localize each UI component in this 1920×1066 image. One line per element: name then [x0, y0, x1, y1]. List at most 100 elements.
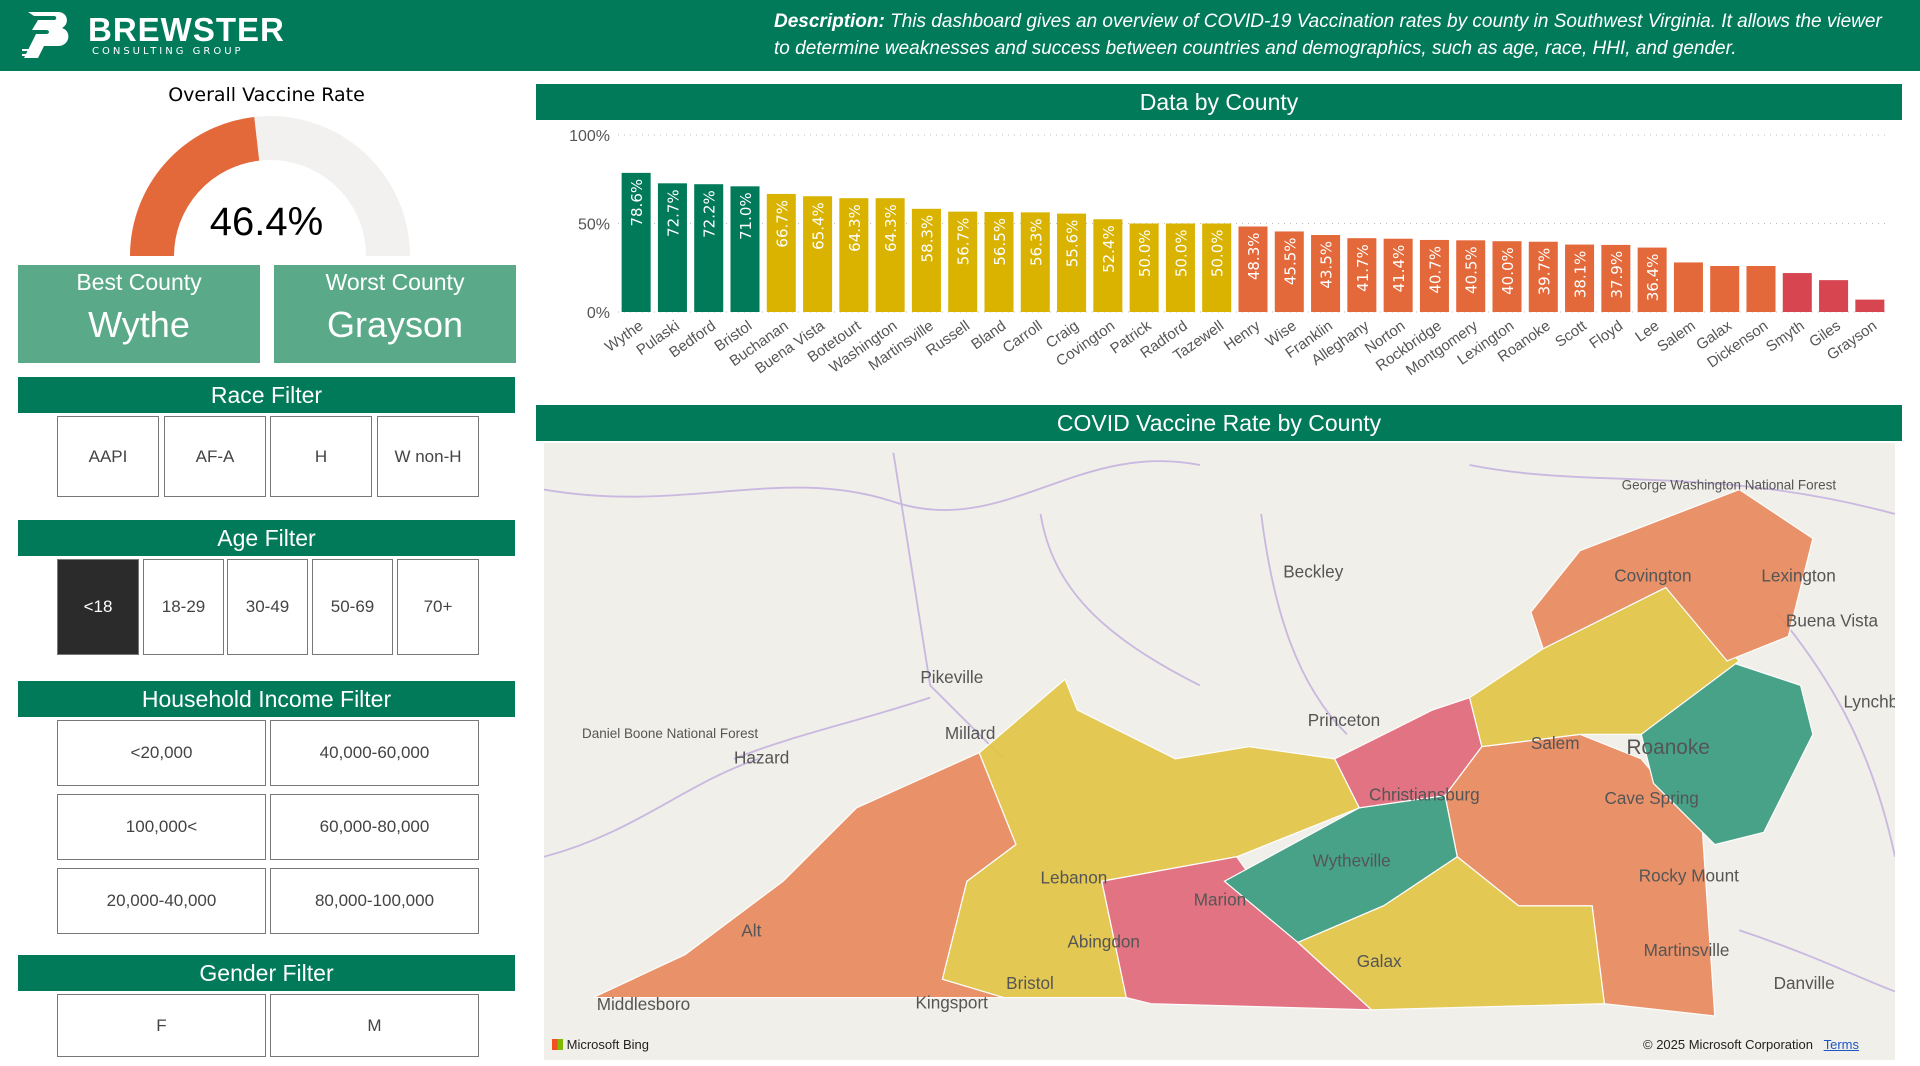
x-tick-label: Scott: [1552, 317, 1590, 351]
bar[interactable]: [1710, 265, 1740, 312]
map-place-label: Alt: [741, 920, 761, 940]
map-place-label: Cave Spring: [1604, 788, 1698, 808]
data-label: 65.4%: [810, 202, 828, 250]
income-option-under-20k[interactable]: <20,000: [57, 720, 266, 786]
age-option-30-49[interactable]: 30-49: [227, 559, 308, 655]
x-tick-label: Smyth: [1763, 317, 1808, 355]
data-label: 38.1%: [1572, 251, 1590, 299]
map-place-label: Kingsport: [915, 993, 988, 1013]
age-option-under-18[interactable]: <18: [57, 559, 139, 655]
bar[interactable]: [1673, 262, 1703, 312]
map-title: COVID Vaccine Rate by County: [536, 405, 1902, 441]
x-tick-label: Salem: [1654, 317, 1699, 355]
data-label: 56.5%: [991, 218, 1009, 266]
data-label: 64.3%: [846, 204, 864, 252]
county-bar-chart: 0%50%100%78.6%Wythe72.7%Pulaski72.2%Bedf…: [569, 128, 1888, 379]
data-label: 72.2%: [701, 190, 719, 238]
chart-title: Data by County: [536, 84, 1902, 120]
gender-option-m[interactable]: M: [270, 994, 479, 1057]
brewster-logo-icon: [22, 12, 69, 58]
gender-option-f[interactable]: F: [57, 994, 266, 1057]
map-place-label: Roanoke: [1627, 736, 1710, 759]
bar[interactable]: [1782, 273, 1812, 312]
description-label: Description:: [774, 11, 885, 32]
data-label: 40.7%: [1426, 246, 1444, 294]
data-label: 41.4%: [1390, 245, 1408, 293]
description: Description: This dashboard gives an ove…: [774, 8, 1894, 62]
map-place-label: Lebanon: [1041, 868, 1108, 888]
data-label: 50.0%: [1172, 230, 1190, 278]
y-tick-label: 100%: [569, 128, 610, 145]
map-place-label: Christiansburg: [1369, 784, 1480, 804]
data-label: 40.0%: [1499, 247, 1517, 295]
map-place-label: Middlesboro: [597, 994, 690, 1014]
county-map[interactable]: Beckley Pikeville Millard Hazard Princeton Co…: [544, 443, 1895, 1060]
data-label: 52.4%: [1100, 225, 1118, 273]
gauge-value: 46.4%: [209, 200, 324, 244]
data-label: 48.3%: [1245, 233, 1263, 281]
brand-name: BREWSTER: [88, 10, 285, 48]
data-label: 72.7%: [664, 189, 682, 237]
income-option-100k-plus[interactable]: 100,000<: [57, 794, 266, 860]
map-place-label: Hazard: [734, 748, 789, 768]
best-county-label: Best County: [76, 269, 202, 295]
y-tick-label: 0%: [587, 305, 610, 322]
age-option-70-plus[interactable]: 70+: [397, 559, 479, 655]
bar[interactable]: [1746, 265, 1776, 312]
map-place-label: Buena Vista: [1786, 611, 1879, 631]
race-option-w-non-h[interactable]: W non-H: [377, 416, 479, 497]
age-option-50-69[interactable]: 50-69: [312, 559, 393, 655]
map-place-label: Beckley: [1283, 562, 1343, 582]
map-place-label: Marion: [1194, 890, 1246, 910]
income-option-80k-100k[interactable]: 80,000-100,000: [270, 868, 479, 934]
data-label: 50.0%: [1209, 230, 1227, 278]
map-place-label: Lexington: [1761, 565, 1835, 585]
terms-link[interactable]: Terms: [1824, 1037, 1859, 1052]
income-option-60k-80k[interactable]: 60,000-80,000: [270, 794, 479, 860]
income-option-20k-40k[interactable]: 20,000-40,000: [57, 868, 266, 934]
data-label: 50.0%: [1136, 230, 1154, 278]
data-label: 58.3%: [918, 215, 936, 263]
race-option-af-a[interactable]: AF-A: [164, 416, 266, 497]
data-label: 39.7%: [1535, 248, 1553, 296]
map-place-label: George Washington National Forest: [1622, 478, 1837, 493]
data-label: 55.6%: [1064, 220, 1082, 268]
data-label: 66.7%: [773, 200, 791, 248]
worst-county-value: Grayson: [326, 304, 464, 345]
data-label: 71.0%: [737, 192, 755, 240]
microsoft-logo-icon: [552, 1039, 563, 1050]
header-bar: BREWSTER CONSULTING GROUP Description: Th…: [0, 0, 1920, 71]
map-place-label: Salem: [1531, 733, 1580, 753]
map-place-label: Lynchburg: [1844, 691, 1895, 711]
data-label: 45.5%: [1281, 237, 1299, 285]
bing-attribution: Microsoft Bing: [552, 1037, 649, 1052]
income-option-40k-60k[interactable]: 40,000-60,000: [270, 720, 479, 786]
map-place-label: Millard: [945, 723, 996, 743]
age-option-18-29[interactable]: 18-29: [143, 559, 224, 655]
map-place-label: Danville: [1774, 973, 1835, 993]
x-tick-label: Carroll: [1000, 317, 1046, 356]
gender-filter-title: Gender Filter: [18, 955, 515, 991]
race-option-aapi[interactable]: AAPI: [57, 416, 159, 497]
income-filter-title: Household Income Filter: [18, 681, 515, 717]
data-label: 43.5%: [1318, 241, 1336, 289]
map-place-label: Wytheville: [1313, 851, 1391, 871]
map-canvas: Beckley Pikeville Millard Hazard Princeton Co…: [544, 452, 1895, 1017]
data-label: 37.9%: [1608, 251, 1626, 299]
bar[interactable]: [1855, 299, 1885, 312]
race-option-h[interactable]: H: [270, 416, 372, 497]
copyright-text: © 2025 Microsoft Corporation: [1643, 1037, 1813, 1052]
data-label: 36.4%: [1644, 254, 1662, 302]
data-label: 64.3%: [882, 204, 900, 252]
data-label: 56.3%: [1027, 218, 1045, 266]
gauge-title: Overall Vaccine Rate: [168, 84, 365, 106]
map-copyright: © 2025 Microsoft Corporation Terms: [1643, 1037, 1859, 1052]
worst-county-card: Worst County Grayson: [274, 265, 516, 363]
bing-label: Microsoft Bing: [566, 1037, 649, 1052]
worst-county-label: Worst County: [325, 269, 465, 295]
bar[interactable]: [1819, 280, 1849, 312]
best-county-card: Best County Wythe: [18, 265, 260, 363]
map-place-label: Princeton: [1308, 710, 1380, 730]
map-place-label: Bristol: [1006, 973, 1054, 993]
x-tick-label: Floyd: [1586, 317, 1626, 352]
